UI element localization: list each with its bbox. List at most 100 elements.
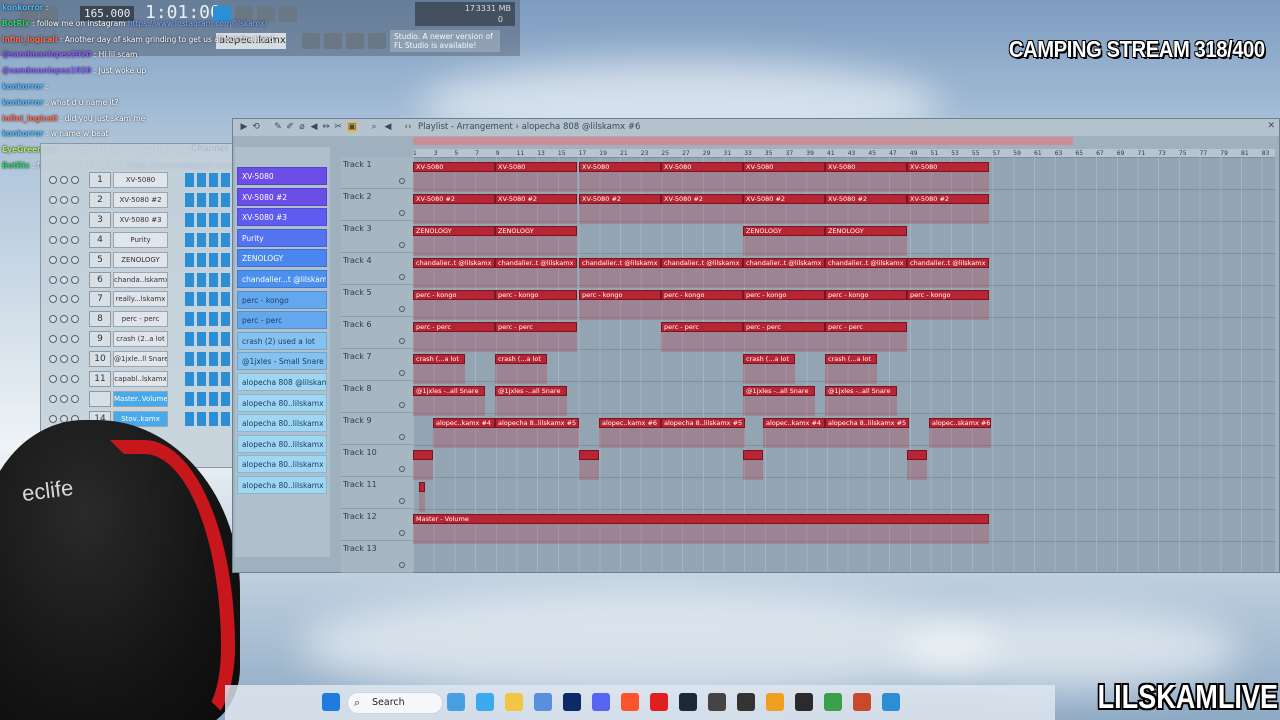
obs-icon[interactable] — [795, 693, 813, 711]
pattern-clip[interactable]: perc - kongo — [579, 290, 661, 300]
channel-name-button[interactable]: XV-5080 #3 — [113, 211, 168, 228]
channel-knob[interactable] — [60, 375, 68, 383]
track-mute-button[interactable] — [399, 530, 405, 536]
channel-knob[interactable] — [71, 315, 79, 324]
channel-name-button[interactable]: perc - perc — [113, 311, 168, 328]
pattern-clip[interactable]: XV-5080 #2 — [495, 194, 577, 204]
track-mute-button[interactable] — [399, 242, 405, 248]
pattern-clip[interactable]: chandalier..t @lilskamx — [825, 258, 907, 268]
track-header[interactable]: Track 7 — [341, 349, 413, 381]
speaker-icon[interactable]: ◀ — [383, 122, 393, 132]
channel-knob[interactable] — [71, 295, 79, 304]
slice-tool-icon[interactable]: ✂ — [333, 122, 343, 132]
channel-knob[interactable] — [71, 215, 79, 224]
chat-username[interactable]: konkorror — [2, 82, 43, 91]
pattern-clip[interactable]: perc - kongo — [907, 290, 989, 300]
channel-mixer-track[interactable]: 3 — [89, 211, 111, 228]
horizontal-scrollbar[interactable] — [413, 137, 1073, 145]
pattern-clip[interactable]: perc - kongo — [825, 290, 907, 300]
copilot-icon[interactable] — [476, 693, 494, 711]
pattern-clip[interactable]: crash (...a lot — [495, 354, 547, 364]
pattern-clip[interactable] — [907, 450, 927, 460]
step-sequencer-buttons[interactable] — [185, 372, 233, 386]
pattern-clip[interactable] — [413, 450, 433, 460]
channel-mixer-track[interactable]: 6 — [89, 271, 111, 288]
zoom-tool-icon[interactable]: ⌕ — [369, 122, 379, 132]
channel-mixer-track[interactable]: 2 — [89, 191, 111, 208]
channel-knob[interactable] — [60, 335, 68, 344]
channel-knob[interactable] — [60, 215, 68, 224]
channel-mixer-track[interactable]: 11 — [89, 371, 111, 387]
step-sequencer-buttons[interactable] — [185, 292, 233, 307]
pattern-clip[interactable]: XV-5080 — [495, 162, 577, 172]
picker-item[interactable]: perc - perc — [237, 311, 327, 330]
pattern-clip[interactable]: XV-5080 — [907, 162, 989, 172]
pattern-clip[interactable]: alopecha 8..lilskamx #5 — [661, 418, 745, 428]
picker-item[interactable]: XV-5080 #3 — [237, 208, 327, 227]
picker-item[interactable]: alopecha 80..lilskamx #6 — [237, 455, 327, 474]
channel-knob[interactable] — [49, 335, 57, 344]
track-mute-button[interactable] — [399, 338, 405, 344]
track-mute-button[interactable] — [399, 274, 405, 280]
pattern-clip[interactable]: chandalier..t @lilskamx — [907, 258, 989, 268]
pattern-clip[interactable]: XV-5080 — [825, 162, 907, 172]
channel-knob[interactable] — [71, 176, 79, 184]
channel-name-button[interactable]: XV-5080 — [113, 172, 168, 188]
step-sequencer-buttons[interactable] — [185, 232, 233, 247]
chat-username[interactable]: BotRix — [2, 161, 30, 170]
arrangement-grid[interactable]: XV-5080 XV-5080 XV-5080 XV-5080 XV-5080 XV-50… — [413, 157, 1275, 572]
channel-name-button[interactable]: XV-5080 #2 — [113, 191, 168, 208]
app-icon[interactable] — [824, 693, 842, 711]
chat-username[interactable]: @sandmanlopez1920 — [2, 50, 91, 59]
picker-item[interactable]: crash (2) used a lot — [237, 331, 327, 350]
pattern-clip[interactable]: perc - perc — [413, 322, 495, 332]
picker-item[interactable]: alopecha 808 @lilskamx — [237, 373, 327, 391]
pattern-clip[interactable]: alopec..kamx #6 — [599, 418, 661, 428]
paint-tool-icon[interactable]: ✐ — [285, 122, 295, 132]
channel-knob[interactable] — [49, 255, 57, 264]
pattern-clip[interactable]: XV-5080 #2 — [825, 194, 907, 204]
pattern-clip[interactable]: ZENOLOGY — [743, 226, 825, 236]
channel-knob[interactable] — [71, 195, 79, 204]
channel-mixer-track[interactable]: 10 — [89, 351, 111, 368]
picker-item[interactable]: perc - kongo — [237, 290, 327, 309]
track-header[interactable]: Track 6 — [341, 317, 413, 349]
track-header[interactable]: Track 12 — [341, 509, 413, 541]
track-mute-button[interactable] — [399, 402, 405, 408]
track-header[interactable]: Track 3 — [341, 221, 413, 253]
channel-name-button[interactable]: chanda..lskamx — [113, 271, 168, 288]
tool-button[interactable] — [368, 33, 386, 49]
picker-item[interactable]: XV-5080 — [237, 167, 327, 185]
step-sequencer-buttons[interactable] — [185, 212, 233, 227]
channel-mixer-track[interactable]: 8 — [89, 311, 111, 328]
step-sequencer-buttons[interactable] — [185, 332, 233, 347]
pattern-clip[interactable]: chandalier..t @lilskamx — [413, 258, 495, 268]
channel-knob[interactable] — [49, 375, 57, 383]
pattern-clip[interactable]: XV-5080 — [743, 162, 825, 172]
track-mute-button[interactable] — [399, 466, 405, 472]
pattern-clip[interactable]: XV-5080 #2 — [661, 194, 743, 204]
track-mute-button[interactable] — [399, 498, 405, 504]
davinci-icon[interactable] — [737, 693, 755, 711]
pattern-clip[interactable]: crash (...a lot — [825, 354, 877, 364]
channel-mixer-track[interactable]: 5 — [89, 251, 111, 268]
channel-knob[interactable] — [60, 235, 68, 244]
channel-knob[interactable] — [71, 355, 79, 364]
pattern-clip[interactable]: XV-5080 — [661, 162, 743, 172]
step-sequencer-buttons[interactable] — [185, 411, 233, 426]
pattern-clip[interactable] — [419, 482, 425, 492]
pattern-clip[interactable]: @1jxles -..all Snare — [825, 386, 897, 396]
channel-knob[interactable] — [71, 375, 79, 383]
pattern-clip[interactable]: alopec..skamx #6 — [929, 418, 991, 428]
discord-icon[interactable] — [592, 693, 610, 711]
channel-knob[interactable] — [49, 295, 57, 304]
track-mute-button[interactable] — [399, 370, 405, 376]
channel-name-button[interactable]: @1jxle..ll Snare — [113, 351, 168, 368]
picker-item[interactable]: alopecha 80..lilskamx #4 — [237, 414, 327, 433]
track-mute-button[interactable] — [399, 178, 405, 184]
channel-mixer-track[interactable]: 7 — [89, 291, 111, 308]
pattern-clip[interactable]: perc - kongo — [495, 290, 577, 300]
pattern-clip[interactable]: perc - kongo — [413, 290, 495, 300]
picker-item[interactable]: @1jxles - Small Snare — [237, 352, 327, 371]
pattern-clip[interactable]: crash (...a lot — [413, 354, 465, 364]
